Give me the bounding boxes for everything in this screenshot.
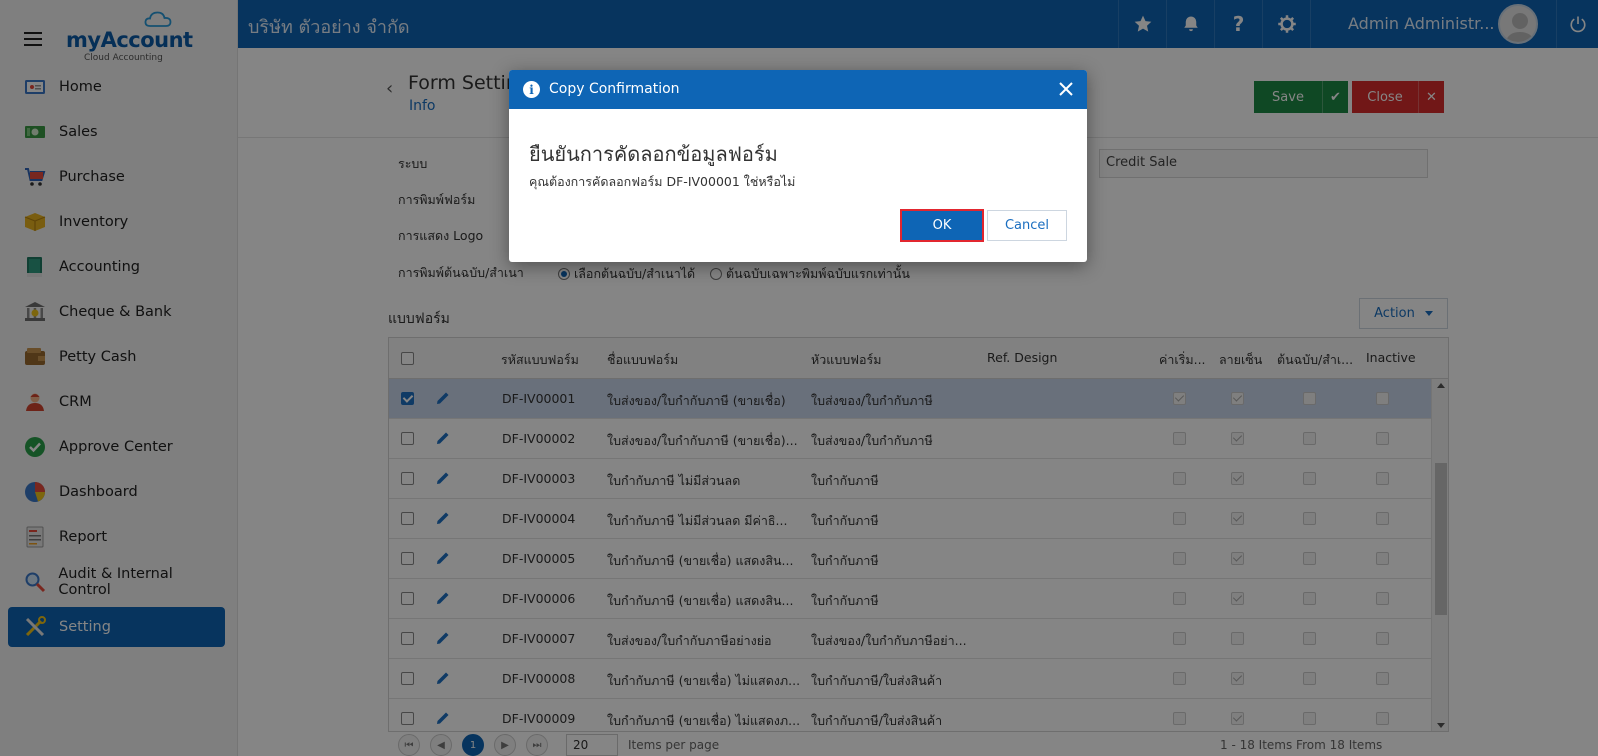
- copy-confirmation-dialog: i Copy Confirmation ยืนยันการคัดลอกข้อมู…: [509, 70, 1087, 262]
- dialog-title: Copy Confirmation: [549, 81, 680, 97]
- dialog-close-icon[interactable]: [1055, 78, 1077, 100]
- dialog-header: i Copy Confirmation: [509, 70, 1087, 109]
- cancel-button[interactable]: Cancel: [987, 210, 1067, 241]
- ok-button[interactable]: OK: [900, 209, 984, 242]
- dialog-heading: ยืนยันการคัดลอกข้อมูลฟอร์ม: [529, 142, 778, 166]
- dialog-message: คุณต้องการคัดลอกฟอร์ม DF-IV00001 ใช่หรือ…: [529, 174, 796, 189]
- info-icon: i: [523, 81, 540, 98]
